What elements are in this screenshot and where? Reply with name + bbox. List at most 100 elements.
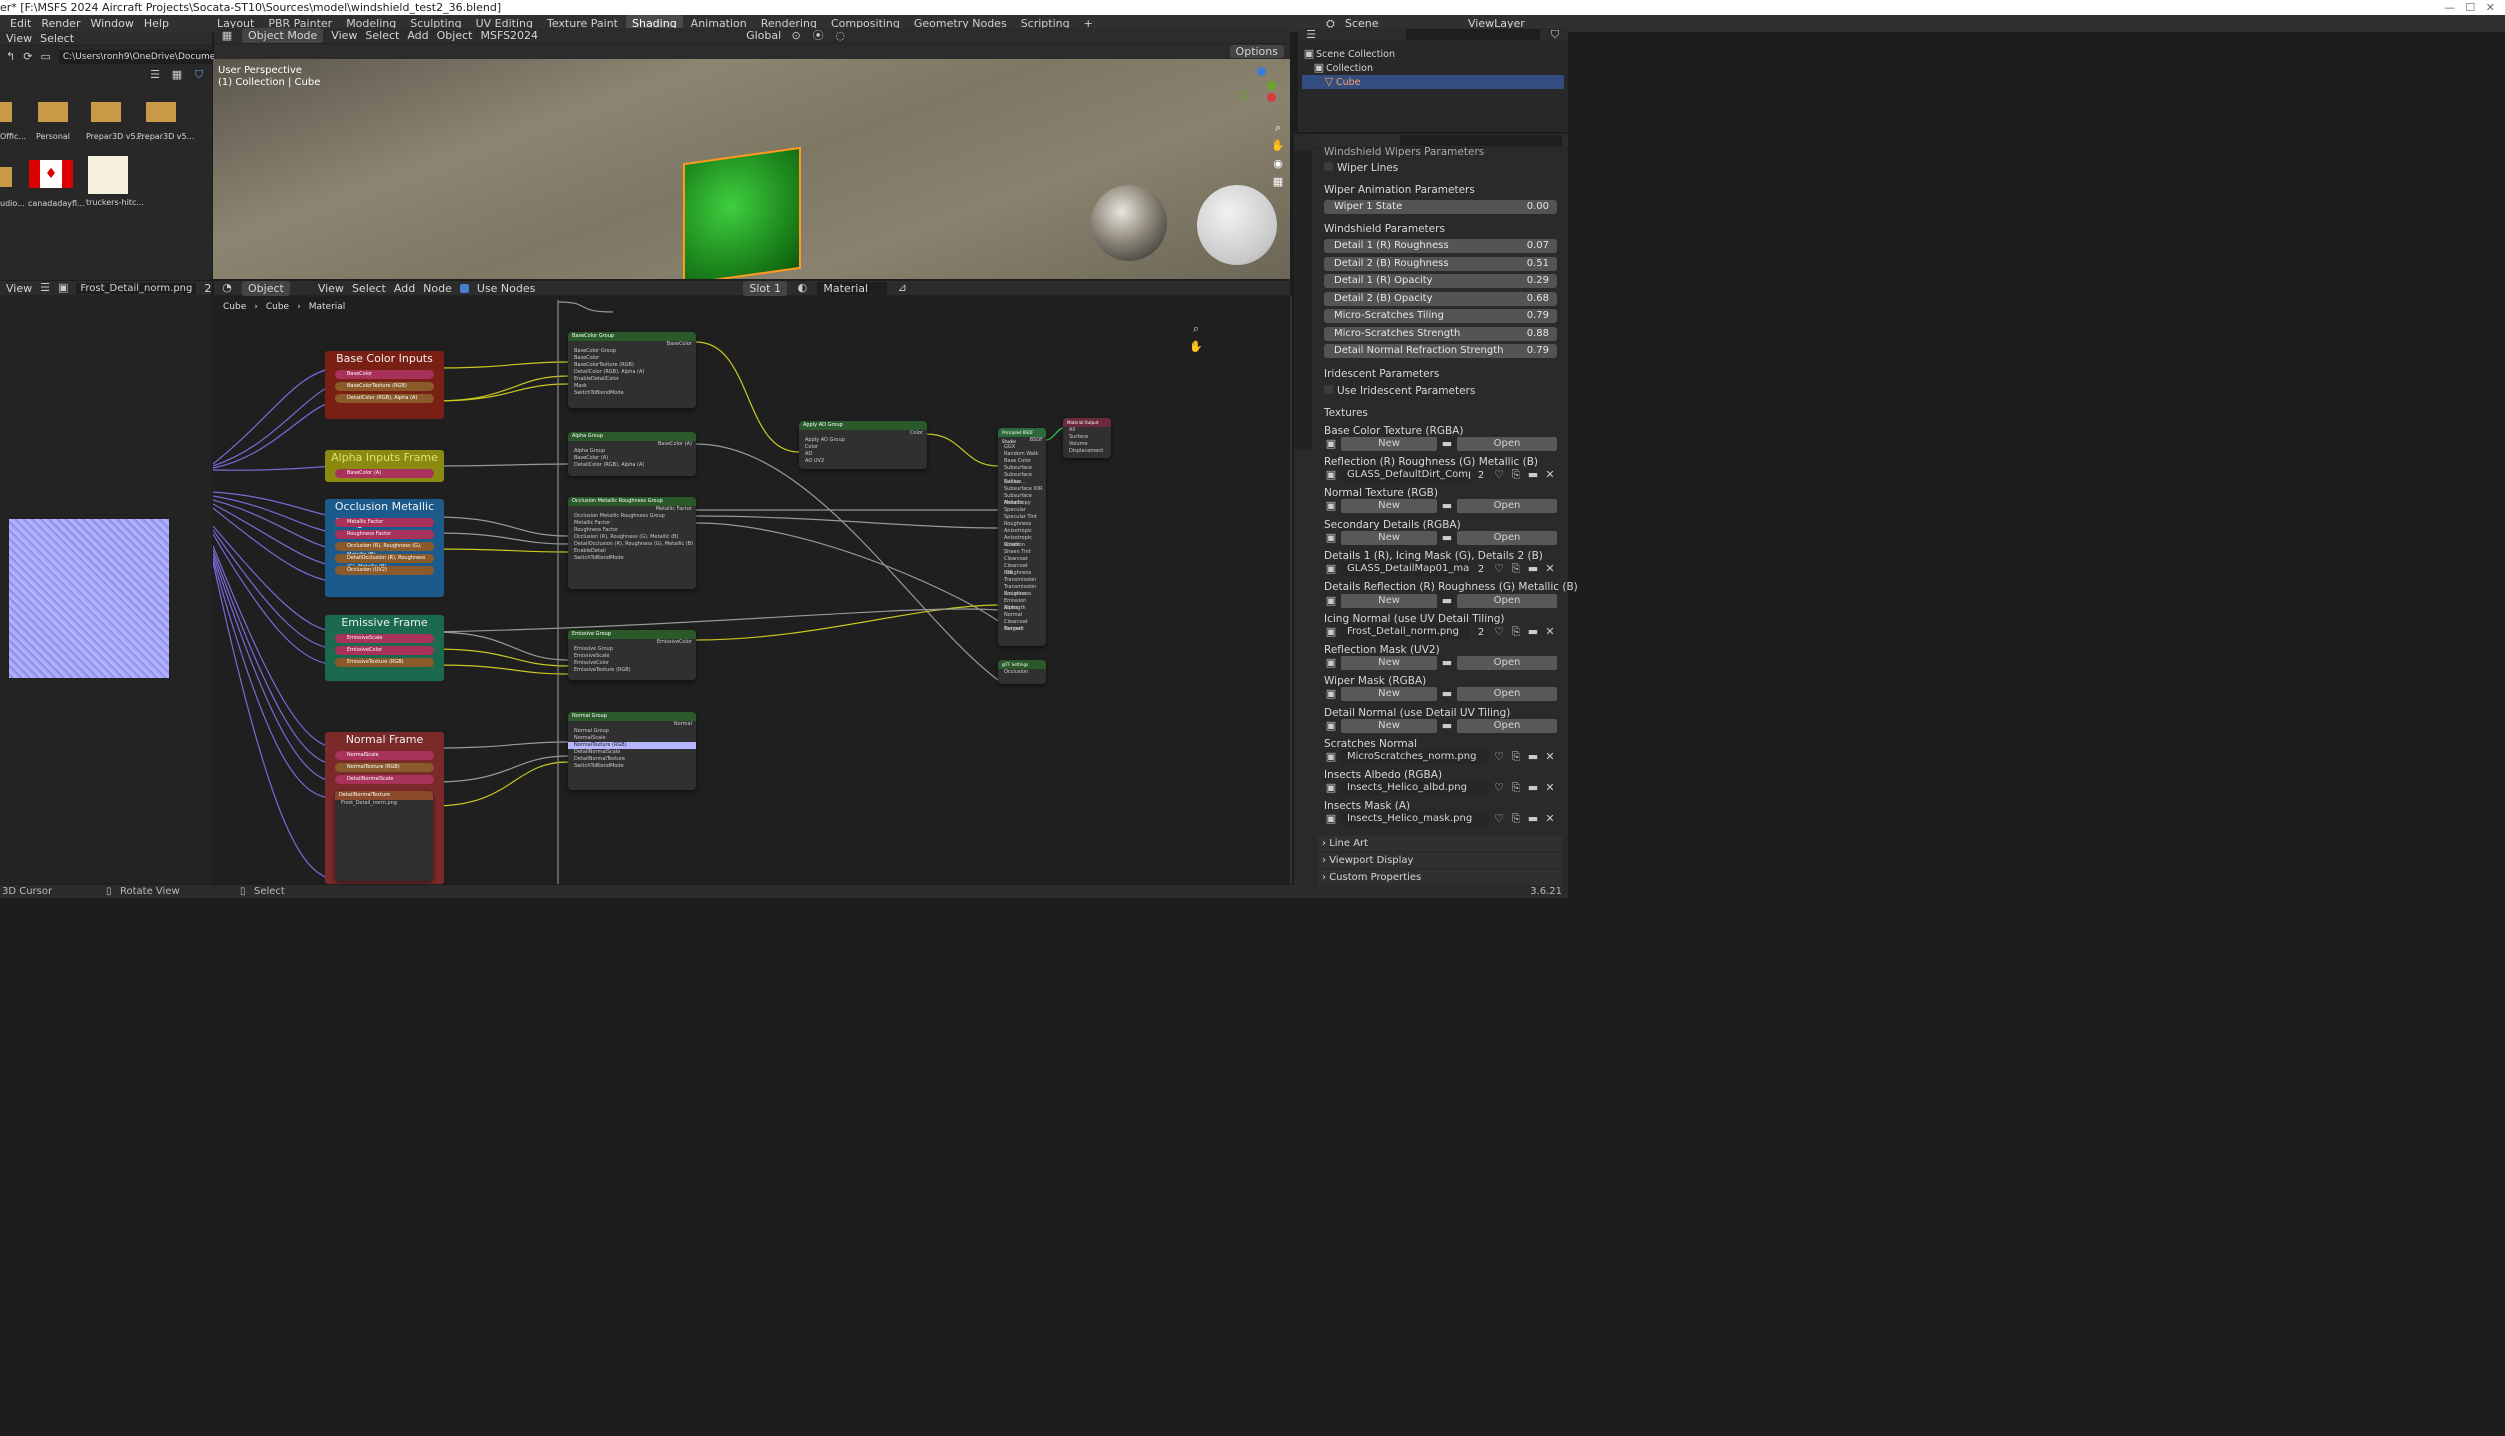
camera-icon[interactable]: ◉ [1271,157,1285,171]
outliner-collection[interactable]: ▣ Collection [1302,61,1564,75]
thumbnail-view-icon[interactable]: ▦ [170,68,184,82]
editor-type-icon[interactable]: ▦ [220,29,234,43]
apply-ao-group-node[interactable]: Apply AO Group Color Apply AO Group Color… [799,421,927,469]
panel-custom-properties[interactable]: › Custom Properties [1318,870,1562,885]
3d-viewport[interactable]: User Perspective (1) Collection | Cube ⌕… [213,59,1290,279]
frame-base-color[interactable]: Base Color Inputs Frame BaseColor BaseCo… [325,351,444,419]
window-controls[interactable]: — ☐ ✕ [2444,0,2495,15]
options-button[interactable]: Options [1229,45,1284,58]
vp-menu-msfs[interactable]: MSFS2024 [480,29,538,42]
fb-item[interactable]: Offic... [0,102,26,141]
frame-occlusion[interactable]: Occlusion Metallic Roughness Frame Metal… [325,499,444,597]
outliner-scene-collection[interactable]: ▣ Scene Collection [1302,47,1564,61]
normal-group-node[interactable]: Normal Group Normal Normal Group NormalSc… [568,712,696,790]
image-editor[interactable] [0,296,212,884]
menu-icon[interactable]: ☰ [40,281,50,295]
filter-icon[interactable]: ⛉ [192,68,206,82]
texture-slot[interactable]: ▣GLASS_DefaultDirt_Comp.png2♡⎘▬✕ [1324,468,1557,482]
vp-menu-object[interactable]: Object [437,29,473,42]
material-name-field[interactable]: Material [817,281,888,295]
editor-type-icon[interactable]: ◔ [220,281,234,295]
image-texture-node[interactable]: DetailNormalTexture Frost_Detail_norm.pn… [335,791,433,881]
panel-line-art[interactable]: › Line Art [1318,836,1562,851]
fb-menu-select[interactable]: Select [40,32,74,45]
filter-icon[interactable]: ⛉ [1548,28,1562,42]
ne-menu-add[interactable]: Add [394,282,415,295]
pivot-icon[interactable]: ⊙ [789,29,803,43]
fb-item[interactable]: Personal [36,102,70,141]
fb-item[interactable]: ♦ canadadayfl... [28,160,85,208]
frame-normal[interactable]: Normal Frame NormalScale NormalTexture (… [325,732,444,884]
zoom-icon[interactable]: ⌕ [1271,121,1285,135]
menu-help[interactable]: Help [144,17,169,30]
slot-selector[interactable]: Slot 1 [743,280,788,296]
use-nodes-checkbox[interactable] [459,283,469,293]
image-name-field[interactable]: Frost_Detail_norm.png [76,282,197,294]
mode-selector[interactable]: Object Mode [242,28,324,43]
new-folder-icon[interactable]: ▭ [40,50,50,64]
pan-hand-icon[interactable]: ✋ [1271,139,1285,153]
param-field[interactable]: Detail 1 (R) Roughness 0.07 [1324,239,1557,253]
vp-menu-view[interactable]: View [331,29,357,42]
fb-item[interactable]: Prepar3D v5... [137,102,194,141]
wiper-lines-checkbox[interactable]: Wiper Lines [1324,162,1398,174]
texture-slot[interactable]: ▣ New ▬ Open [1324,437,1557,451]
snap-icon[interactable]: ⦿ [811,29,825,43]
texture-slot[interactable]: ▣ MicroScratches_norm.png ♡ ⎘ ▬ ✕ [1324,750,1557,764]
outliner-type-icon[interactable]: ☰ [1304,28,1318,42]
panel-viewport-display[interactable]: › Viewport Display [1318,853,1562,868]
splitter[interactable] [1290,296,1292,884]
texture-slot[interactable]: ▣ New ▬ Open [1324,531,1557,545]
transform-orientation[interactable]: Global [746,29,781,42]
menu-window[interactable]: Window [90,17,133,30]
menu-render[interactable]: Render [41,17,80,30]
grid-icon[interactable]: ▦ [1271,175,1285,189]
gltf-settings-node[interactable]: glTF Settings Occlusion [998,660,1046,684]
texture-slot[interactable]: ▣ New ▬ Open [1324,687,1557,701]
texture-slot[interactable]: ▣ Insects_Helico_albd.png ♡ ⎘ ▬ ✕ [1324,781,1557,795]
pin-icon[interactable]: ⊿ [895,281,909,295]
param-field[interactable]: Detail Normal Refraction Strength 0.79 [1324,344,1557,358]
navigation-gizmo[interactable] [1239,67,1276,103]
ne-menu-view[interactable]: View [318,282,344,295]
ne-menu-select[interactable]: Select [352,282,386,295]
texture-slot[interactable]: ▣ Frost_Detail_norm.png 2 ♡ ⎘ ▬ ✕ [1324,625,1557,639]
wiper-state-field[interactable]: Wiper 1 State 0.00 [1324,200,1557,214]
param-field[interactable]: Detail 2 (B) Opacity 0.68 [1324,292,1557,306]
param-field[interactable]: Detail 1 (R) Opacity 0.29 [1324,274,1557,288]
principled-bsdf-node[interactable]: Principled BSDF Shader BSDF GGX Random Wa… [998,428,1046,646]
proportional-icon[interactable]: ◌ [833,29,847,43]
texture-slot[interactable]: ▣GLASS_DetailMap01_mask.png2♡⎘▬✕ [1324,562,1557,576]
fb-item[interactable]: Prepar3D v5... [86,102,143,141]
texture-slot[interactable]: ▣ New ▬ Open [1324,719,1557,733]
menu-edit[interactable]: Edit [10,17,31,30]
texture-slot[interactable]: ▣ Insects_Helico_mask.png ♡ ⎘ ▬ ✕ [1324,812,1557,826]
shader-type-selector[interactable]: Object [242,280,290,296]
frame-emissive[interactable]: Emissive Frame EmissiveScale EmissiveCol… [325,615,444,681]
param-field[interactable]: Micro-Scratches Strength 0.88 [1324,327,1557,341]
param-field[interactable]: Micro-Scratches Tiling 0.79 [1324,309,1557,323]
frame-alpha[interactable]: Alpha Inputs Frame BaseColor (A) [325,450,444,482]
refresh-icon[interactable]: ⟳ [23,50,32,64]
vp-menu-add[interactable]: Add [407,29,428,42]
list-view-icon[interactable]: ☰ [148,68,162,82]
texture-slot[interactable]: ▣ New ▬ Open [1324,594,1557,608]
node-editor[interactable]: Cube › Cube › Material ⌕ ✋ Base Color In… [213,296,1290,884]
basecolor-group-node[interactable]: BaseColor Group BaseColor BaseColor Grou… [568,332,696,408]
alpha-group-node[interactable]: Alpha Group BaseColor (A) Alpha Group Bas… [568,432,696,476]
occlusion-group-node[interactable]: Occlusion Metallic Roughness Group Metal… [568,497,696,589]
ie-menu-view[interactable]: View [6,282,32,295]
vp-menu-select[interactable]: Select [365,29,399,42]
outliner-search-input[interactable] [1406,29,1540,40]
texture-slot[interactable]: ▣ New ▬ Open [1324,499,1557,513]
emissive-group-node[interactable]: Emissive Group EmissiveColor Emissive Gr… [568,630,696,680]
back-icon[interactable]: ↰ [6,50,15,64]
outliner-cube[interactable]: ▽ Cube [1302,75,1564,89]
use-iridescent-checkbox[interactable]: Use Iridescent Parameters [1324,385,1475,397]
material-output-node[interactable]: Material Output All Surface Volume Displace… [1063,418,1111,458]
texture-slot[interactable]: ▣ New ▬ Open [1324,656,1557,670]
cube-object[interactable] [683,146,801,279]
properties-search-input[interactable] [1400,135,1562,146]
path-field[interactable]: C:\Users\ronh9\OneDrive\Documents\ [58,50,233,64]
ne-menu-node[interactable]: Node [423,282,452,295]
